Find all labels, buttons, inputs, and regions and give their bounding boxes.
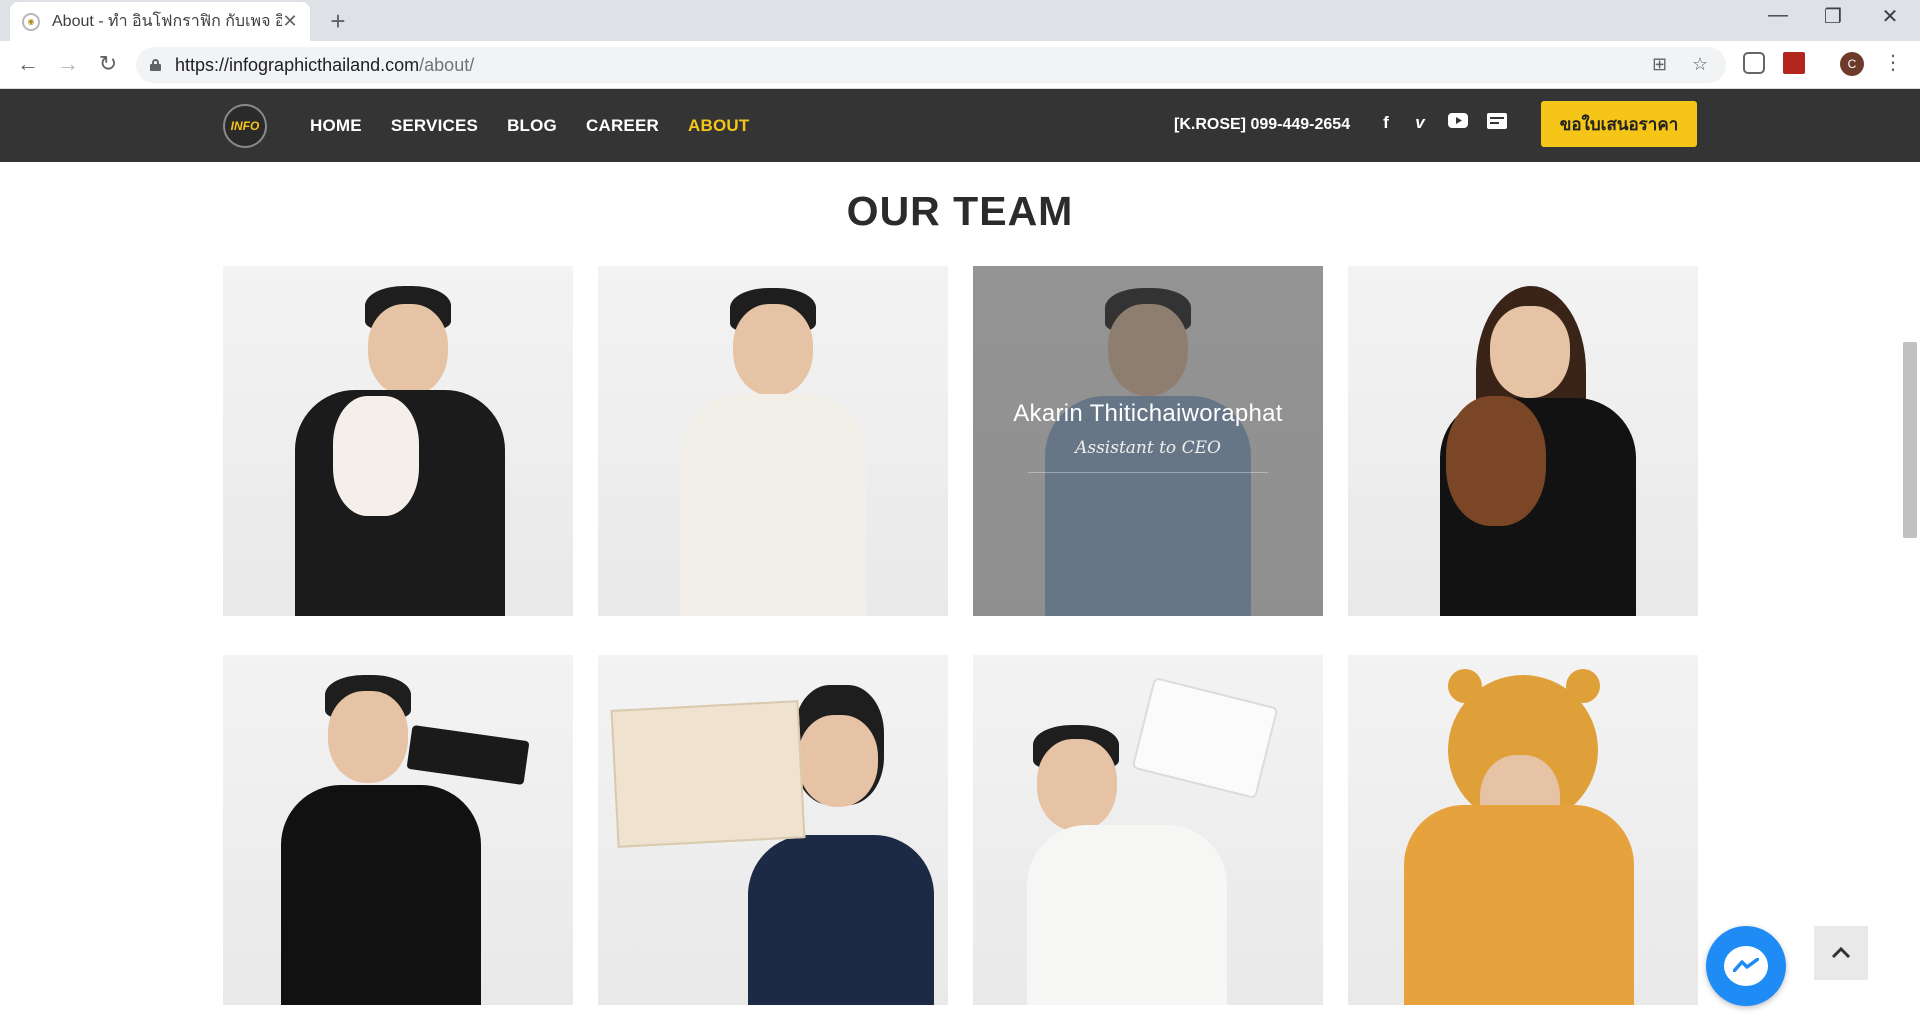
team-card-highlighted[interactable]: Akarin Thitichaiworaphat Assistant to CE…: [973, 266, 1323, 616]
line-extension-icon[interactable]: [1743, 52, 1765, 74]
close-tab-icon[interactable]: ✕: [282, 11, 298, 32]
url-path: /about/: [419, 54, 475, 75]
menu-item-blog[interactable]: BLOG: [507, 116, 557, 136]
blogger-icon[interactable]: [1486, 113, 1508, 134]
browser-tab-bar: ◉ About - ทำ อินโฟกราฟิก กับเพจ อินโฟ ✕ …: [0, 0, 1920, 41]
site-favicon-icon: ◉: [22, 12, 40, 31]
vimeo-icon[interactable]: v: [1409, 113, 1431, 133]
page-scrollbar[interactable]: [1903, 342, 1917, 538]
lock-icon: [150, 59, 161, 71]
team-photo: [1348, 266, 1698, 616]
team-card[interactable]: [223, 266, 573, 616]
member-role: Assistant to CEO: [1075, 437, 1221, 458]
team-photo: [598, 655, 948, 1005]
chevron-up-icon: [1831, 947, 1851, 959]
browser-menu-icon[interactable]: ⋮: [1883, 50, 1903, 75]
request-quote-button[interactable]: ขอใบเสนอราคา: [1541, 101, 1697, 147]
browser-toolbar: ← → ↻ https://infographicthailand.com/ab…: [0, 41, 1920, 89]
site-logo[interactable]: INFO: [223, 104, 267, 148]
pdf-extension-icon[interactable]: [1783, 52, 1805, 74]
menu-item-home[interactable]: HOME: [310, 116, 362, 136]
site-header: INFO HOME SERVICES BLOG CAREER ABOUT [K.…: [0, 89, 1920, 162]
forward-button[interactable]: →: [54, 51, 82, 77]
url-host: https://infographicthailand.com: [175, 54, 420, 75]
reload-button[interactable]: ↻: [94, 51, 122, 77]
bookmark-star-icon[interactable]: ☆: [1692, 54, 1708, 75]
close-window-button[interactable]: ✕: [1870, 4, 1910, 29]
new-tab-button[interactable]: +: [324, 6, 352, 37]
team-card[interactable]: [973, 655, 1323, 1005]
contact-phone[interactable]: [K.ROSE] 099-449-2654: [1174, 116, 1350, 134]
team-card[interactable]: [1348, 655, 1698, 1005]
team-photo: [223, 266, 573, 616]
menu-item-career[interactable]: CAREER: [586, 116, 659, 136]
browser-tab[interactable]: ◉ About - ทำ อินโฟกราฟิก กับเพจ อินโฟ ✕: [10, 2, 310, 41]
team-card-overlay: Akarin Thitichaiworaphat Assistant to CE…: [973, 266, 1323, 616]
profile-avatar[interactable]: C: [1840, 52, 1864, 76]
team-card[interactable]: [598, 266, 948, 616]
main-menu: HOME SERVICES BLOG CAREER ABOUT: [310, 89, 778, 162]
team-photo: [1348, 655, 1698, 1005]
back-button[interactable]: ←: [14, 51, 42, 77]
team-card[interactable]: [223, 655, 573, 1005]
menu-item-services[interactable]: SERVICES: [391, 116, 478, 136]
team-photo: [598, 266, 948, 616]
restore-button[interactable]: ❐: [1813, 4, 1853, 29]
messenger-icon: [1724, 946, 1768, 986]
messenger-chat-button[interactable]: [1706, 926, 1786, 1006]
youtube-icon[interactable]: [1447, 113, 1469, 133]
address-bar[interactable]: https://infographicthailand.com/about/ ⊞…: [136, 47, 1726, 83]
member-name: Akarin Thitichaiworaphat: [1013, 399, 1283, 427]
team-card[interactable]: [1348, 266, 1698, 616]
facebook-icon[interactable]: f: [1375, 113, 1397, 133]
minimize-button[interactable]: —: [1758, 4, 1798, 27]
team-photo: [223, 655, 573, 1005]
section-title: OUR TEAM: [846, 188, 1074, 234]
tab-title: About - ทำ อินโฟกราฟิก กับเพจ อินโฟ: [52, 13, 282, 30]
team-card[interactable]: [598, 655, 948, 1005]
divider: [1028, 471, 1268, 473]
back-to-top-button[interactable]: [1814, 926, 1868, 980]
translate-icon[interactable]: ⊞: [1652, 54, 1667, 75]
menu-item-about[interactable]: ABOUT: [688, 116, 749, 136]
team-photo: [973, 655, 1323, 1005]
